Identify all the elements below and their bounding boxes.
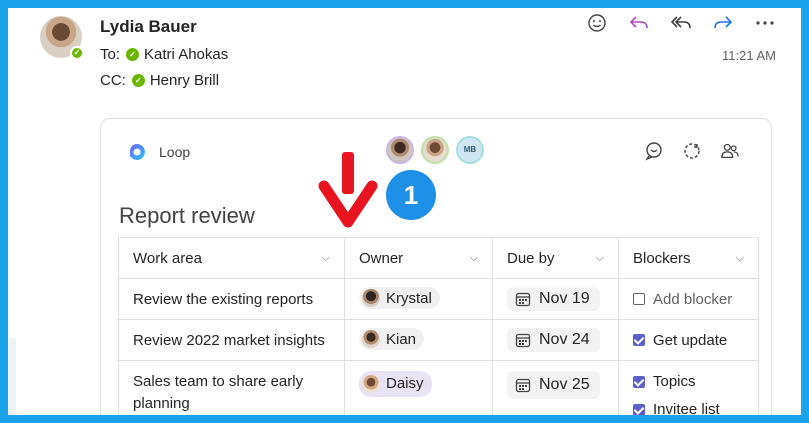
table-header-row: Work area ⌵ Owner ⌵ Due by ⌵ Blockers ⌵: [118, 237, 759, 279]
column-label: Work area: [133, 249, 202, 267]
sender-avatar[interactable]: ✓: [40, 16, 84, 60]
avatar: [362, 330, 380, 348]
collaborator-avatar[interactable]: [386, 136, 414, 164]
add-blocker-label: Add blocker: [653, 290, 733, 308]
cc-label: CC:: [100, 72, 126, 89]
blocker-label: Get update: [653, 331, 728, 349]
column-header-work-area[interactable]: Work area ⌵: [118, 237, 345, 279]
owner-chip[interactable]: Kian: [359, 328, 425, 350]
calendar-icon: [515, 292, 531, 307]
more-icon[interactable]: [750, 12, 780, 34]
column-label: Owner: [359, 249, 404, 267]
reply-icon[interactable]: [624, 12, 654, 34]
loop-app-name: Loop: [159, 144, 191, 160]
collaborator-avatar-initials[interactable]: MB: [456, 136, 484, 164]
blocker-label: Topics: [653, 373, 696, 390]
cc-recipient[interactable]: Henry Brill: [150, 72, 219, 89]
blocker-item[interactable]: Add blocker: [633, 291, 744, 308]
column-label: Due by: [507, 249, 555, 267]
owner-chip[interactable]: Daisy: [359, 371, 432, 397]
sync-icon[interactable]: [682, 141, 702, 161]
due-cell[interactable]: Nov 19: [492, 278, 619, 320]
to-recipient[interactable]: Katri Ahokas: [144, 46, 228, 63]
people-icon[interactable]: [720, 141, 740, 161]
chevron-down-icon[interactable]: ⌵: [596, 252, 604, 265]
sender-name[interactable]: Lydia Bauer: [100, 17, 197, 37]
table-row: Sales team to share early planning Daisy…: [118, 360, 759, 415]
chevron-down-icon[interactable]: ⌵: [322, 252, 330, 265]
blocker-item[interactable]: Topics: [633, 371, 744, 393]
to-label: To:: [100, 46, 121, 63]
left-strip: [8, 338, 16, 415]
reply-all-icon[interactable]: [666, 12, 696, 34]
blockers-cell[interactable]: Get update: [618, 319, 759, 361]
blocker-label: Invitee list: [653, 401, 720, 415]
message-time: 11:21 AM: [722, 48, 776, 63]
avatar: [362, 289, 380, 307]
work-area-cell[interactable]: Review 2022 market insights: [118, 319, 345, 361]
blockers-cell[interactable]: Topics Invitee list: [618, 360, 759, 415]
date-chip[interactable]: Nov 24: [507, 328, 600, 352]
work-area-cell[interactable]: Review the existing reports: [118, 278, 345, 320]
card-actions: [644, 141, 740, 161]
owner-cell[interactable]: Daisy: [344, 360, 493, 415]
presence-available-icon: ✓: [70, 46, 84, 60]
down-arrow-annotation-icon: [318, 152, 378, 228]
owner-chip[interactable]: Krystal: [359, 287, 440, 309]
due-cell[interactable]: Nov 24: [492, 319, 619, 361]
table-row: Review 2022 market insights Kian Nov 24 …: [118, 319, 759, 361]
owner-name: Krystal: [386, 289, 432, 307]
email-reading-pane: ✓ Lydia Bauer To: ✓ Katri Ahokas CC: ✓ H…: [8, 8, 801, 415]
presence-available-icon: ✓: [131, 74, 145, 87]
blocker-item[interactable]: Get update: [633, 332, 744, 349]
calendar-icon: [515, 378, 531, 393]
checkbox-checked[interactable]: [633, 334, 645, 346]
column-header-due-by[interactable]: Due by ⌵: [492, 237, 619, 279]
checkbox-checked[interactable]: [633, 376, 645, 388]
checkbox-checked[interactable]: [633, 404, 645, 415]
report-table: Work area ⌵ Owner ⌵ Due by ⌵ Blockers ⌵ Revi…: [118, 237, 759, 415]
chevron-down-icon[interactable]: ⌵: [470, 252, 478, 265]
loop-component-card[interactable]: Loop MB Report review Work area ⌵ Owner ⌵: [100, 118, 772, 415]
work-area-cell[interactable]: Sales team to share early planning: [118, 360, 345, 415]
owner-name: Kian: [386, 330, 417, 348]
owner-name: Daisy: [386, 375, 424, 392]
cc-row: CC: ✓ Henry Brill: [100, 72, 219, 89]
owner-cell[interactable]: Krystal: [344, 278, 493, 320]
column-label: Blockers: [633, 249, 691, 267]
step-number-badge: 1: [386, 170, 436, 220]
due-date: Nov 24: [539, 331, 590, 348]
message-actions: [582, 12, 780, 34]
comment-icon[interactable]: [644, 141, 664, 161]
table-row: Review the existing reports Krystal Nov …: [118, 278, 759, 320]
blocker-item[interactable]: Invitee list: [633, 399, 744, 415]
calendar-icon: [515, 333, 531, 348]
emoji-icon[interactable]: [582, 12, 612, 34]
avatar: [362, 375, 380, 393]
column-header-owner[interactable]: Owner ⌵: [344, 237, 493, 279]
presence-available-icon: ✓: [126, 48, 140, 61]
checkbox[interactable]: [633, 293, 645, 305]
forward-icon[interactable]: [708, 12, 738, 34]
chevron-down-icon[interactable]: ⌵: [736, 252, 744, 265]
due-cell[interactable]: Nov 25: [492, 360, 619, 415]
collaborator-avatar[interactable]: [421, 136, 449, 164]
date-chip[interactable]: Nov 19: [507, 287, 600, 311]
due-date: Nov 19: [539, 290, 590, 307]
loop-logo-icon: [130, 144, 145, 160]
loop-table-title[interactable]: Report review: [119, 203, 255, 229]
blockers-cell[interactable]: Add blocker: [618, 278, 759, 320]
column-header-blockers[interactable]: Blockers ⌵: [618, 237, 759, 279]
due-date: Nov 25: [539, 376, 590, 393]
owner-cell[interactable]: Kian: [344, 319, 493, 361]
to-row: To: ✓ Katri Ahokas: [100, 46, 228, 63]
date-chip[interactable]: Nov 25: [507, 371, 600, 399]
